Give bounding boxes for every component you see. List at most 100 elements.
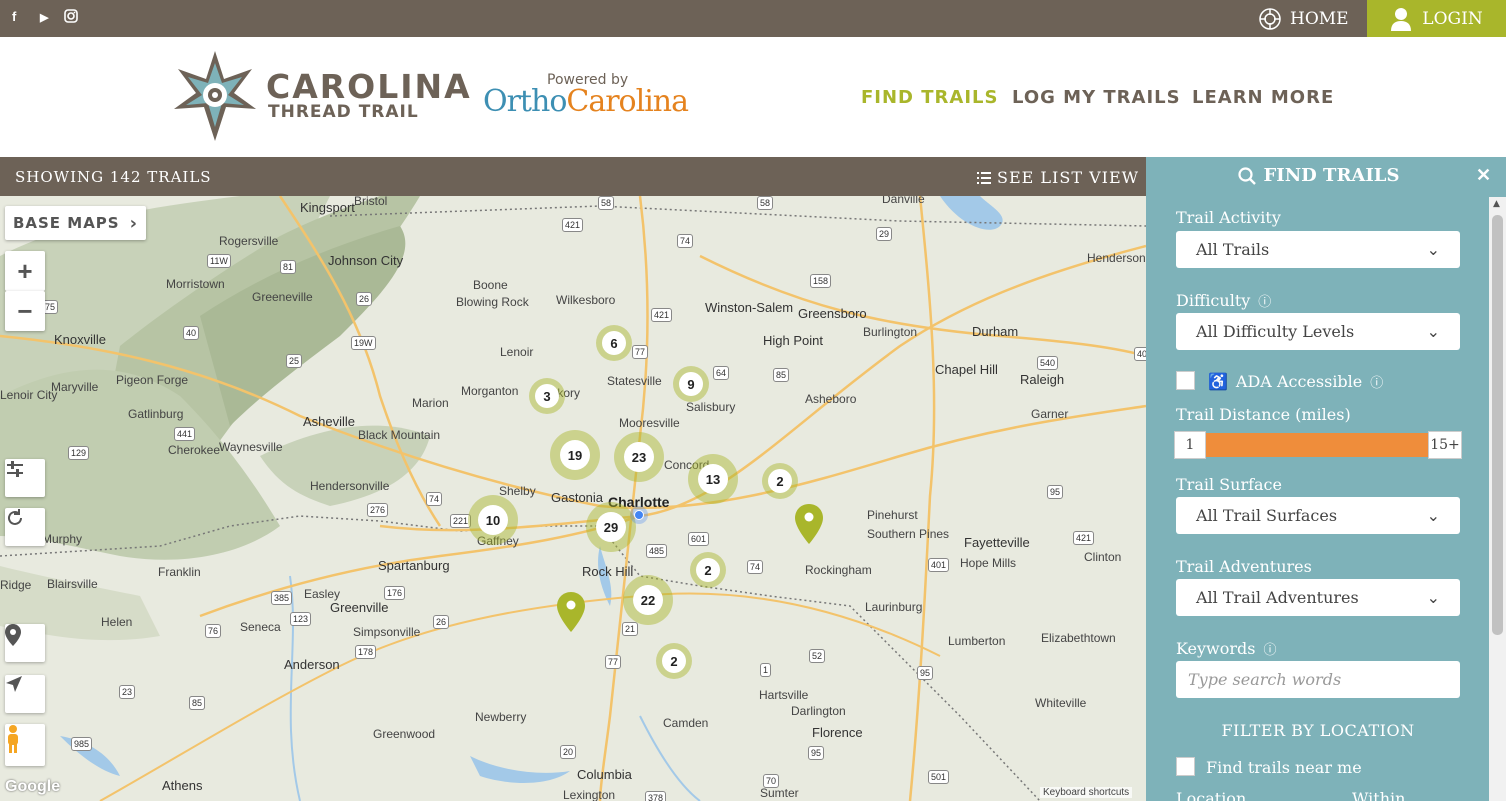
highway-shield: 64 [713, 366, 730, 380]
trail-cluster[interactable]: 10 [468, 495, 518, 545]
highway-shield: 129 [68, 446, 90, 460]
wheelchair-icon: ♿ [1208, 372, 1228, 391]
trail-cluster[interactable]: 3 [529, 378, 565, 414]
trail-cluster[interactable]: 2 [762, 463, 798, 499]
map-city-label: Boone [473, 278, 508, 292]
highway-shield: 52 [809, 649, 826, 663]
keywords-label: Keywords ⓘ [1176, 639, 1276, 658]
map-city-label: Helen [101, 615, 133, 629]
zoom-out-button[interactable]: − [5, 291, 45, 331]
trail-pin-icon[interactable] [795, 504, 823, 544]
trail-cluster[interactable]: 2 [690, 552, 726, 588]
trail-cluster[interactable]: 22 [623, 575, 673, 625]
info-icon[interactable]: ⓘ [1263, 639, 1276, 658]
map-city-label: Whiteville [1035, 696, 1087, 710]
map-city-label: Asheboro [805, 392, 857, 406]
highway-shield: 421 [1073, 531, 1095, 545]
keywords-input[interactable] [1176, 661, 1460, 698]
difficulty-label: Difficulty ⓘ [1176, 291, 1271, 310]
trail-pin-icon[interactable] [557, 592, 585, 632]
carolina-thread-trail-logo-icon[interactable] [172, 49, 258, 145]
instagram-icon[interactable] [64, 9, 78, 26]
trail-count: SHOWING 142 TRAILS [15, 168, 212, 186]
youtube-icon[interactable]: ▶ [40, 11, 48, 24]
highway-shield: 25 [286, 354, 303, 368]
nav-log-my-trails[interactable]: LOG MY TRAILS [1012, 87, 1181, 108]
cluster-count: 22 [633, 585, 663, 615]
chevron-down-icon: ⌄ [1426, 322, 1440, 341]
trail-adventures-select[interactable]: All Trail Adventures ⌄ [1176, 579, 1460, 616]
keyboard-shortcuts-link[interactable]: Keyboard shortcuts [1040, 787, 1133, 798]
trail-surface-select[interactable]: All Trail Surfaces ⌄ [1176, 497, 1460, 534]
ada-accessible-checkbox[interactable] [1176, 371, 1195, 390]
trail-activity-value: All Trails [1196, 240, 1270, 259]
map-city-label: Seneca [240, 620, 281, 634]
highway-shield: 26 [433, 615, 450, 629]
login-button[interactable]: LOGIN [1367, 0, 1506, 37]
nav-learn-more[interactable]: LEARN MORE [1192, 87, 1334, 108]
near-me-label-text: Find trails near me [1206, 758, 1362, 777]
trail-cluster[interactable]: 19 [550, 430, 600, 480]
distance-min-handle[interactable]: 1 [1174, 431, 1206, 459]
login-label: LOGIN [1422, 8, 1483, 29]
trail-cluster[interactable]: 6 [596, 325, 632, 361]
map-city-label: Florence [812, 725, 863, 740]
see-list-view-button[interactable]: SEE LIST VIEW [977, 168, 1139, 187]
map-city-label: Athens [162, 778, 203, 793]
map-city-label: Sumter [760, 786, 799, 800]
map-city-label: Wilkesboro [556, 293, 616, 307]
base-maps-button[interactable]: BASE MAPS › [5, 206, 146, 240]
sponsor-logo-part-a: Ortho [483, 84, 567, 119]
panel-scrollbar-thumb[interactable] [1492, 215, 1503, 635]
ada-label-text: ADA Accessible [1235, 372, 1363, 391]
filter-by-location-heading: FILTER BY LOCATION [1221, 721, 1415, 740]
location-label-text: Location [1176, 789, 1247, 808]
highway-shield: 385 [271, 591, 293, 605]
cluster-count: 19 [560, 440, 590, 470]
trail-activity-select[interactable]: All Trails ⌄ [1176, 231, 1460, 268]
map-city-label: Burlington [863, 325, 918, 339]
street-view-button[interactable] [5, 724, 45, 766]
trail-map[interactable]: Bristol Kingsport Rogersville Johnson Ci… [0, 196, 1146, 801]
panel-scrollbar[interactable]: ▲ [1489, 197, 1506, 801]
chevron-down-icon: ⌄ [1426, 240, 1440, 259]
home-link[interactable]: HOME [1258, 0, 1349, 37]
refresh-button[interactable] [5, 508, 45, 546]
trail-cluster[interactable]: 2 [656, 643, 692, 679]
map-city-label: Pinehurst [867, 508, 918, 522]
list-view-label: SEE LIST VIEW [997, 168, 1140, 187]
location-pin-button[interactable] [5, 624, 45, 662]
map-city-label: Kingsport [300, 200, 355, 215]
highway-shield: 378 [645, 791, 667, 801]
highway-shield: 77 [632, 345, 649, 359]
trail-cluster[interactable]: 23 [614, 432, 664, 482]
scroll-up-icon[interactable]: ▲ [1493, 199, 1500, 209]
sponsor-logo[interactable]: OrthoCarolina [483, 84, 689, 119]
highway-shield: 58 [757, 196, 774, 210]
highway-shield: 95 [1047, 485, 1064, 499]
difficulty-select[interactable]: All Difficulty Levels ⌄ [1176, 313, 1460, 350]
trail-surface-label-text: Trail Surface [1176, 475, 1282, 494]
nav-find-trails[interactable]: FIND TRAILS [861, 87, 998, 108]
trail-cluster[interactable]: 9 [673, 366, 709, 402]
distance-max-handle[interactable]: 15+ [1428, 431, 1462, 459]
map-city-label: Maryville [51, 380, 99, 394]
info-icon[interactable]: ⓘ [1258, 291, 1271, 310]
distance-slider[interactable]: 1 15+ [1174, 431, 1462, 459]
close-panel-button[interactable]: ✕ [1476, 165, 1491, 186]
map-city-label: Winston-Salem [705, 300, 794, 315]
facebook-icon[interactable]: f [12, 9, 16, 24]
navigate-button[interactable] [5, 675, 45, 713]
zoom-in-button[interactable]: + [5, 251, 45, 291]
near-me-checkbox[interactable] [1176, 757, 1195, 776]
info-icon[interactable]: ⓘ [1370, 372, 1383, 391]
highway-shield: 601 [688, 532, 710, 546]
highway-shield: 77 [605, 655, 622, 669]
trail-cluster[interactable]: 29 [586, 502, 636, 552]
filter-sliders-button[interactable] [5, 459, 45, 497]
trail-surface-value: All Trail Surfaces [1196, 506, 1338, 525]
trail-cluster[interactable]: 13 [688, 454, 738, 504]
logo-subtitle: THREAD TRAIL [268, 102, 419, 122]
chevron-down-icon: ⌄ [1426, 588, 1440, 607]
cluster-count: 2 [768, 469, 792, 493]
